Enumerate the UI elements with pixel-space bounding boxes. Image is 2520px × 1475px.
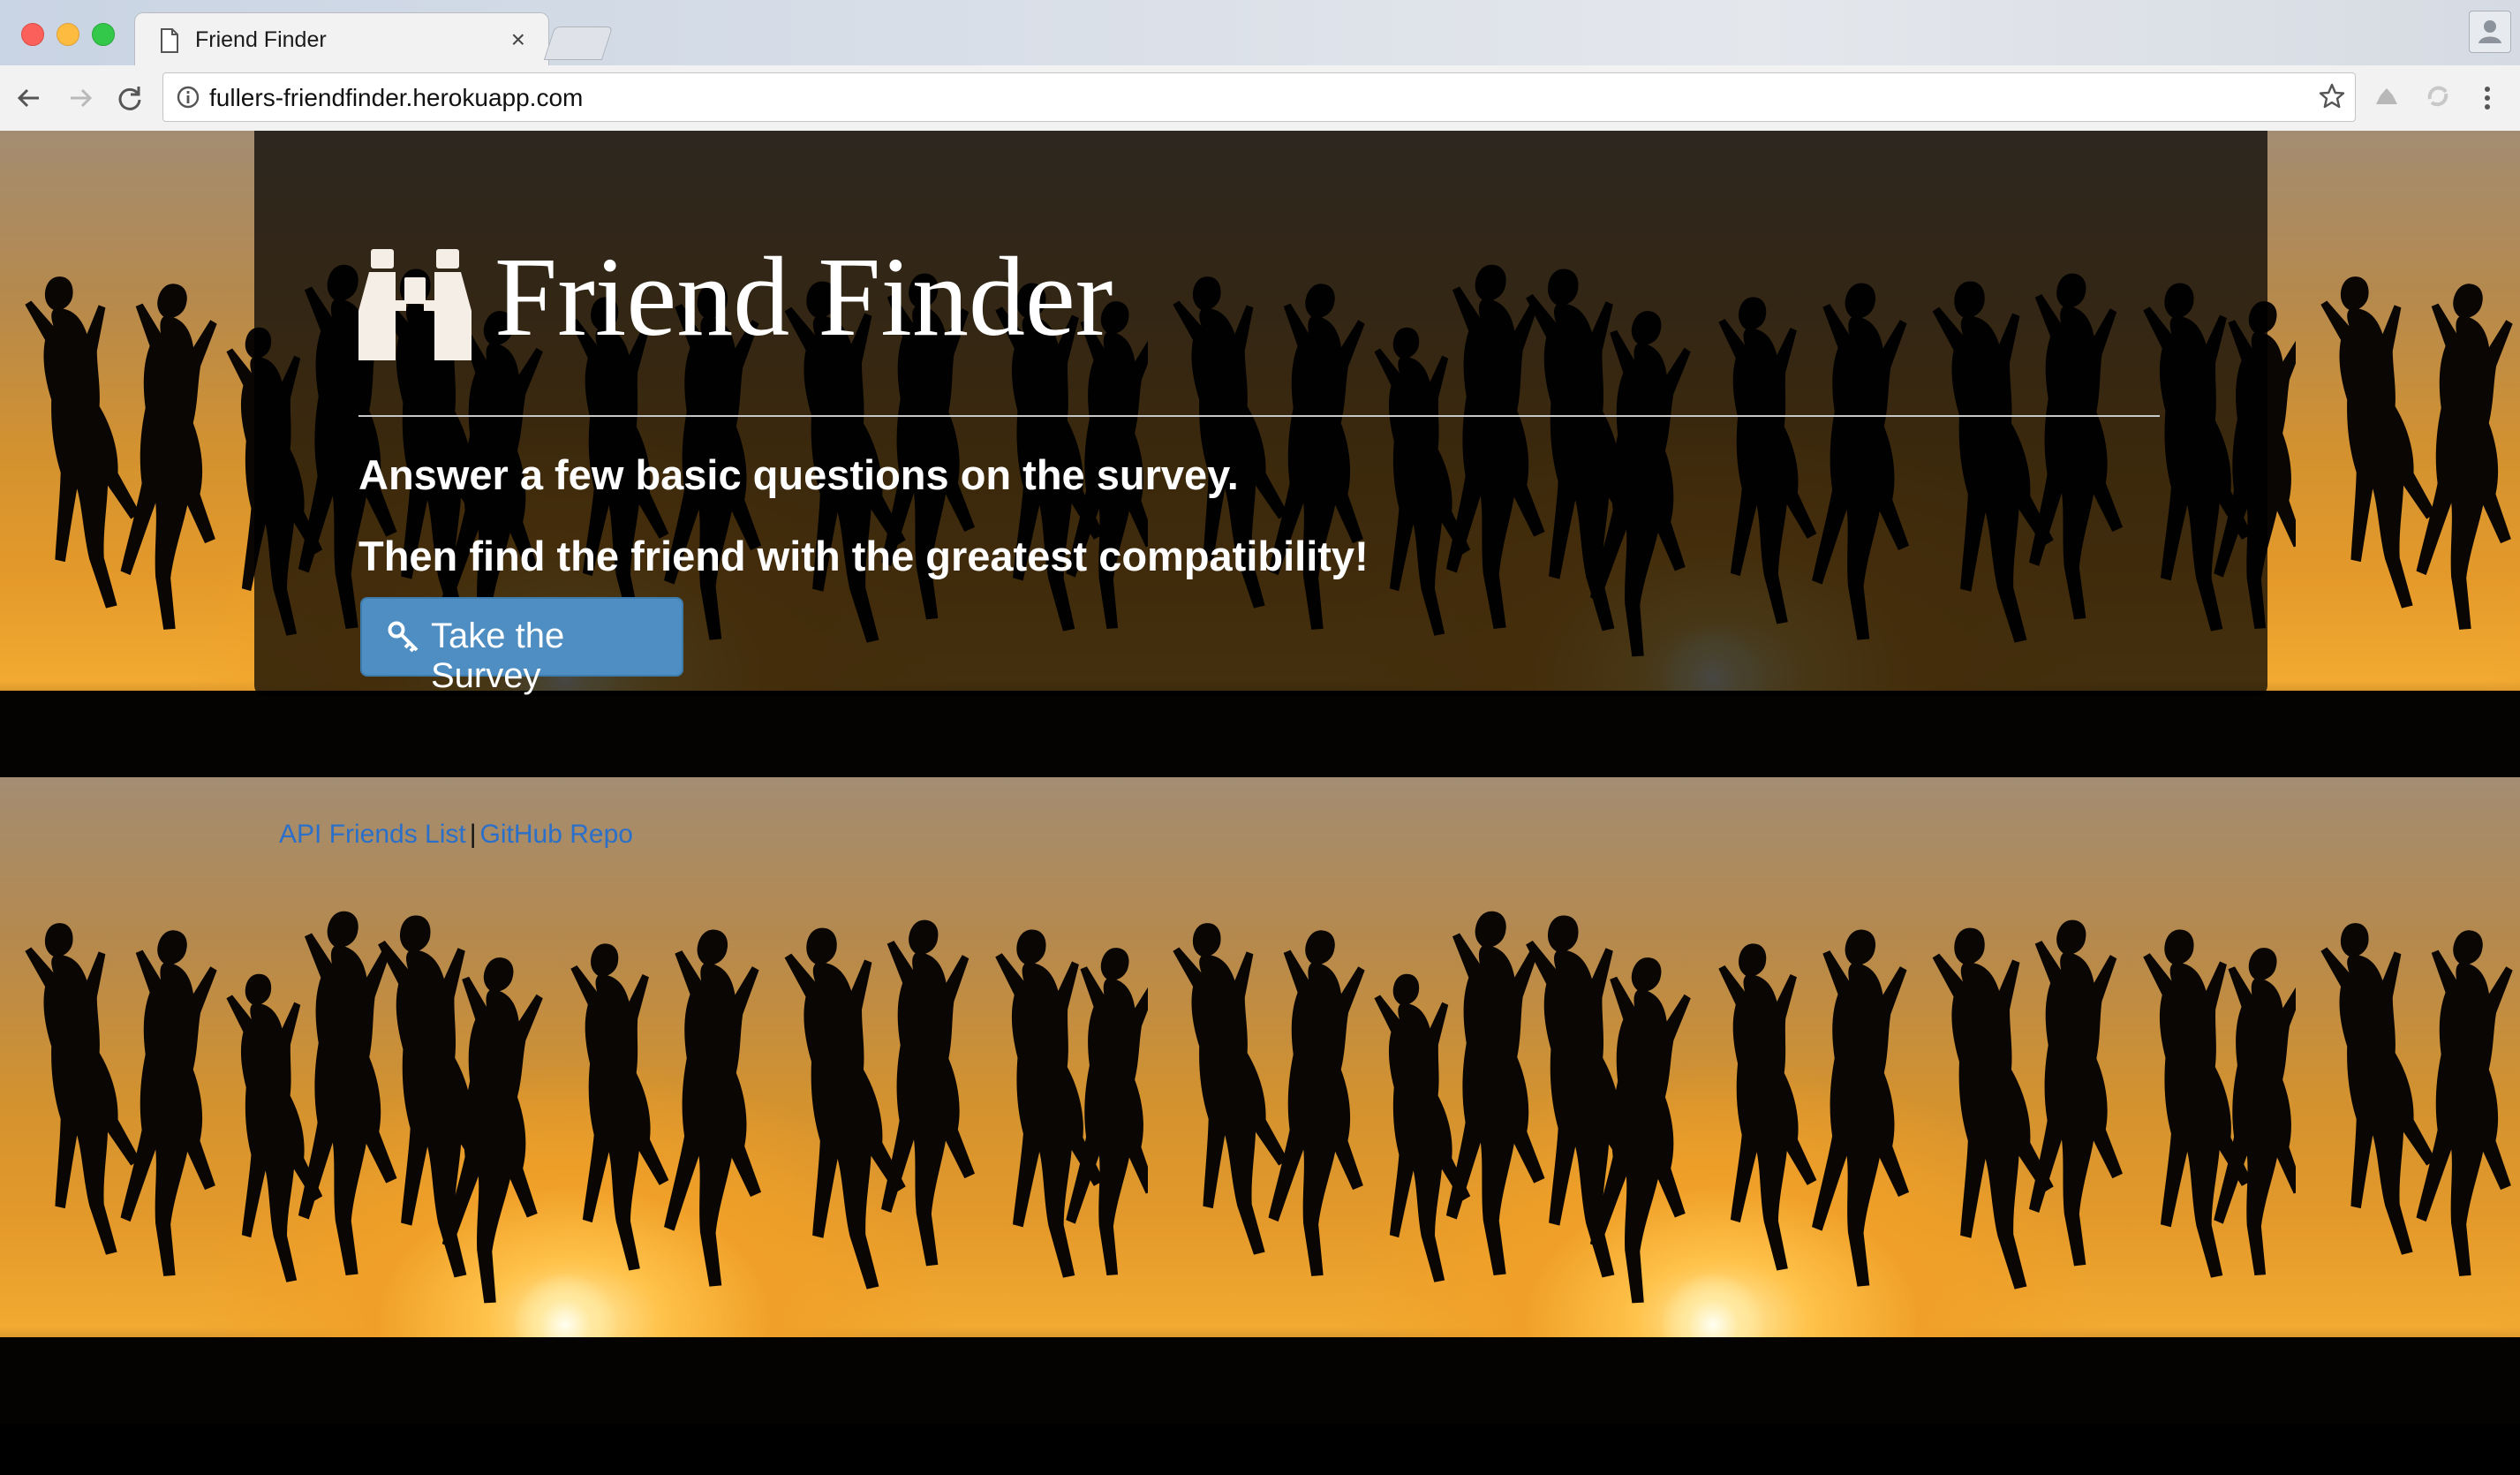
silhouettes: [2320, 923, 2513, 1276]
reload-icon[interactable]: [115, 83, 145, 113]
take-survey-label: Take the Survey: [431, 616, 565, 695]
address-bar[interactable]: fullers-friendfinder.herokuapp.com: [162, 72, 2356, 122]
tab-close-button[interactable]: ×: [511, 26, 525, 54]
brand-title: Friend Finder: [494, 234, 1113, 359]
silhouettes: [1173, 911, 2296, 1304]
browser-toolbar: fullers-friendfinder.herokuapp.com: [0, 65, 2520, 132]
document-icon: [161, 28, 178, 53]
background-tile: [1148, 777, 2296, 1424]
intro-text: Answer a few basic questions on the surv…: [358, 451, 1239, 498]
background-tile: [0, 777, 1148, 1424]
background-band: [0, 696, 2520, 777]
url-text[interactable]: fullers-friendfinder.herokuapp.com: [209, 84, 583, 112]
divider: [358, 415, 2160, 417]
background-tile: [2296, 777, 2520, 1424]
maximize-window-button[interactable]: [92, 23, 115, 46]
browser-chrome: Friend Finder × fullers-friendfinder.her…: [0, 0, 2520, 132]
extension-icon[interactable]: [2372, 81, 2402, 111]
binoculars-icon: [358, 249, 472, 360]
menu-icon[interactable]: [2472, 83, 2502, 113]
take-survey-button[interactable]: Take the Survey: [360, 597, 683, 695]
close-window-button[interactable]: [21, 23, 44, 46]
background-tile: [2296, 131, 2520, 777]
profile-button[interactable]: [2469, 11, 2511, 53]
back-arrow-icon[interactable]: [14, 83, 44, 113]
intro-subtext: Then find the friend with the greatest c…: [358, 533, 1369, 579]
person-icon: [2479, 20, 2501, 43]
info-icon[interactable]: [176, 85, 200, 110]
browser-tab[interactable]: Friend Finder ×: [134, 12, 549, 66]
page-content: Friend Finder Answer a few basic questio…: [0, 131, 2520, 1475]
footer-links: API Friends List | GitHub Repo: [279, 820, 633, 850]
silhouettes: [2320, 276, 2513, 630]
star-icon[interactable]: [2318, 82, 2346, 110]
api-friends-list-link[interactable]: API Friends List: [279, 820, 466, 849]
jumbotron: Friend Finder Answer a few basic questio…: [254, 131, 2267, 696]
link-separator: |: [469, 820, 477, 849]
key-icon: [388, 621, 419, 653]
silhouettes: [25, 911, 1148, 1304]
new-tab-button[interactable]: [543, 26, 614, 60]
tab-title: Friend Finder: [195, 27, 327, 52]
github-repo-link[interactable]: GitHub Repo: [480, 820, 633, 849]
forward-arrow-icon[interactable]: [65, 83, 95, 113]
minimize-window-button[interactable]: [57, 23, 79, 46]
sync-icon[interactable]: [2423, 81, 2453, 111]
tab-strip: Friend Finder ×: [0, 0, 2520, 66]
